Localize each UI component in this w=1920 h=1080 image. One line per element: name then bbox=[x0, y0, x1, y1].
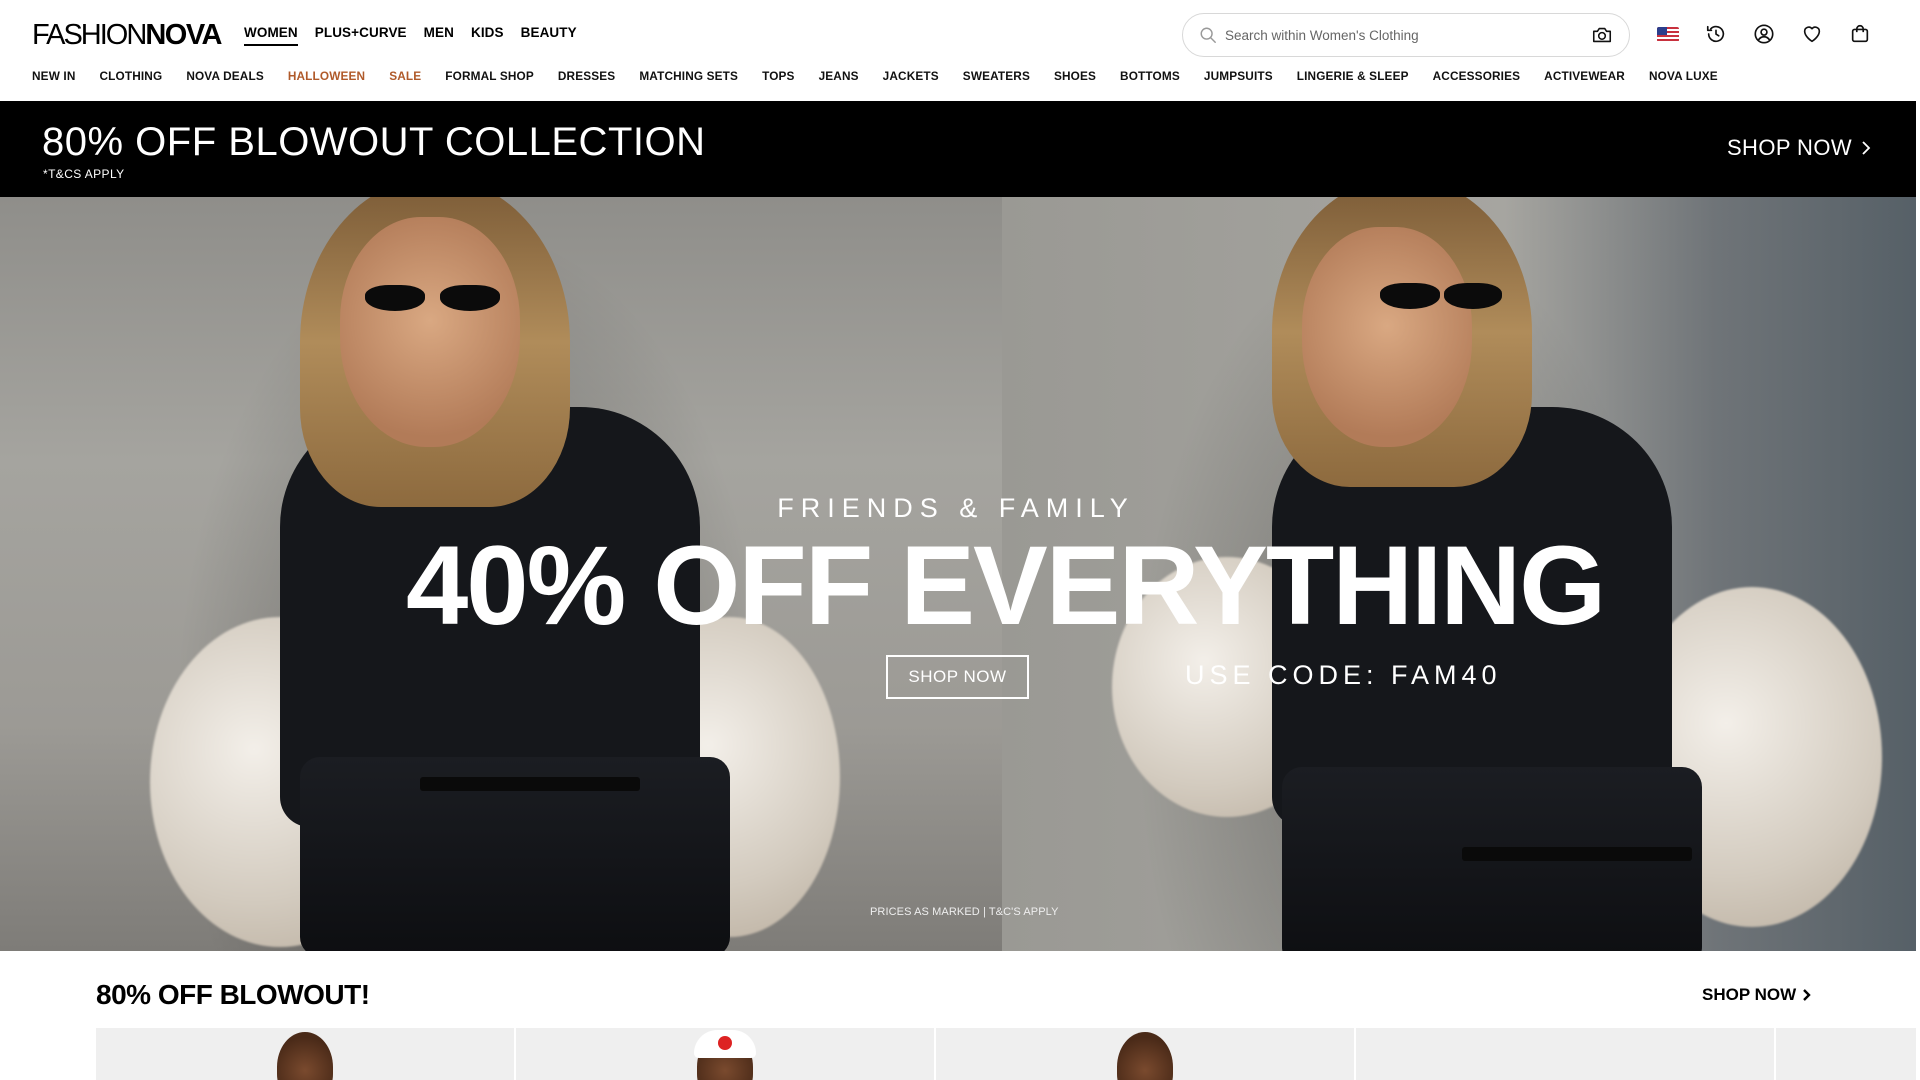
cat-jumpsuits[interactable]: JUMPSUITS bbox=[1204, 69, 1273, 83]
hero-promo-code: USE CODE: FAM40 bbox=[1185, 660, 1502, 690]
search-icon bbox=[1200, 27, 1216, 43]
bag-icon[interactable] bbox=[1847, 20, 1873, 48]
camera-search-icon[interactable] bbox=[1591, 24, 1613, 46]
cat-dresses[interactable]: DRESSES bbox=[558, 69, 615, 83]
hero-fine-print: PRICES AS MARKED | T&C'S APPLY bbox=[870, 906, 1059, 918]
product-card[interactable] bbox=[516, 1028, 934, 1080]
dept-women[interactable]: WOMEN bbox=[244, 25, 298, 46]
cat-sweaters[interactable]: SWEATERS bbox=[963, 69, 1030, 83]
product-card[interactable] bbox=[1356, 1028, 1774, 1080]
cat-matching-sets[interactable]: MATCHING SETS bbox=[639, 69, 738, 83]
dept-men[interactable]: MEN bbox=[424, 25, 454, 46]
cat-formal-shop[interactable]: FORMAL SHOP bbox=[445, 69, 534, 83]
hero-kicker: FRIENDS & FAMILY bbox=[777, 493, 1135, 523]
us-flag-icon[interactable] bbox=[1655, 20, 1681, 48]
fashion-nova-logo[interactable]: FASHION NOVA bbox=[32, 18, 222, 51]
cat-shoes[interactable]: SHOES bbox=[1054, 69, 1096, 83]
department-nav: WOMEN PLUS+CURVE MEN KIDS BEAUTY bbox=[244, 25, 577, 46]
product-card[interactable] bbox=[936, 1028, 1354, 1080]
cat-activewear[interactable]: ACTIVEWEAR bbox=[1544, 69, 1625, 83]
cat-bottoms[interactable]: BOTTOMS bbox=[1120, 69, 1180, 83]
history-icon[interactable] bbox=[1703, 20, 1729, 48]
product-carousel bbox=[96, 1028, 1916, 1080]
logo-text-light: FASHION bbox=[32, 18, 147, 51]
category-nav: NEW IN CLOTHING NOVA DEALS HALLOWEEN SAL… bbox=[32, 69, 1742, 83]
product-card[interactable] bbox=[1776, 1028, 1916, 1080]
cat-new-in[interactable]: NEW IN bbox=[32, 69, 76, 83]
logo-text-bold: NOVA bbox=[145, 18, 222, 51]
promo-terms: *T&CS APPLY bbox=[43, 167, 125, 181]
promo-cta-label: SHOP NOW bbox=[1726, 135, 1852, 160]
account-icon[interactable] bbox=[1751, 20, 1777, 48]
chevron-right-icon bbox=[1862, 141, 1871, 155]
hero-title: 40% OFF EVERYTHING bbox=[406, 523, 1606, 648]
cat-halloween[interactable]: HALLOWEEN bbox=[288, 69, 365, 83]
cat-nova-luxe[interactable]: NOVA LUXE bbox=[1649, 69, 1718, 83]
cat-jeans[interactable]: JEANS bbox=[819, 69, 859, 83]
dept-plus-curve[interactable]: PLUS+CURVE bbox=[315, 25, 407, 46]
search-placeholder: Search within Women's Clothing bbox=[1225, 27, 1419, 43]
cat-clothing[interactable]: CLOTHING bbox=[100, 69, 163, 83]
promo-banner[interactable]: 80% OFF BLOWOUT COLLECTION *T&CS APPLY S… bbox=[0, 101, 1916, 197]
header-icons bbox=[1655, 20, 1873, 48]
cat-jackets[interactable]: JACKETS bbox=[883, 69, 939, 83]
promo-shop-now-link[interactable]: SHOP NOW bbox=[1727, 135, 1872, 161]
product-card[interactable] bbox=[96, 1028, 514, 1080]
cat-nova-deals[interactable]: NOVA DEALS bbox=[186, 69, 264, 83]
cat-lingerie-sleep[interactable]: LINGERIE & SLEEP bbox=[1297, 69, 1409, 83]
section-cta-label: SHOP NOW bbox=[1702, 985, 1797, 1004]
hero-banner[interactable]: FRIENDS & FAMILY 40% OFF EVERYTHING SHOP… bbox=[0, 197, 1916, 951]
chevron-right-icon bbox=[1803, 989, 1811, 1001]
hero-shop-now-button[interactable]: SHOP NOW bbox=[886, 655, 1029, 699]
section-shop-now-link[interactable]: SHOP NOW bbox=[1702, 985, 1812, 1005]
heart-icon[interactable] bbox=[1799, 20, 1825, 48]
cat-sale[interactable]: SALE bbox=[389, 69, 421, 83]
section-title: 80% OFF BLOWOUT! bbox=[96, 979, 370, 1010]
search-input[interactable]: Search within Women's Clothing bbox=[1182, 13, 1630, 57]
dept-beauty[interactable]: BEAUTY bbox=[521, 25, 577, 46]
dept-kids[interactable]: KIDS bbox=[471, 25, 504, 46]
cat-tops[interactable]: TOPS bbox=[762, 69, 795, 83]
cat-accessories[interactable]: ACCESSORIES bbox=[1433, 69, 1521, 83]
site-header: FASHION NOVA WOMEN PLUS+CURVE MEN KIDS BE… bbox=[0, 0, 1920, 101]
promo-title: 80% OFF BLOWOUT COLLECTION bbox=[42, 120, 706, 164]
